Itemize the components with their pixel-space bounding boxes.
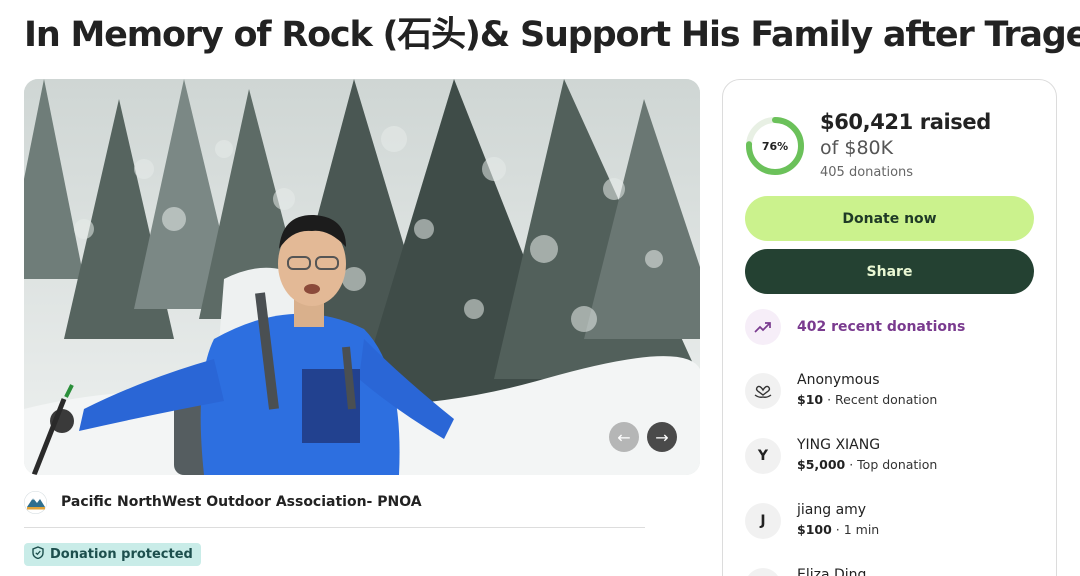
donor-avatar: J (745, 503, 781, 539)
donation-card: 76% $60,421 raised of $80K 405 donations… (722, 79, 1057, 576)
gallery-prev-button[interactable]: ← (609, 422, 639, 452)
donation-amount: $10 (797, 392, 824, 407)
donate-now-button[interactable]: Donate now (745, 196, 1034, 241)
page-title: In Memory of Rock (石头)& Support His Fami… (24, 15, 1080, 55)
donor-name: Eliza Ding (797, 567, 867, 576)
donation-item: Anonymous $10 · Recent donation (745, 370, 937, 410)
amount-raised: $60,421 raised (820, 110, 991, 134)
badge-label: Donation protected (50, 547, 193, 562)
donation-detail: · Top donation (845, 457, 938, 472)
donation-detail: · 1 min (831, 522, 880, 537)
donation-item: Y YING XIANG $5,000 · Top donation (745, 435, 937, 475)
campaign-image[interactable] (24, 79, 700, 475)
donor-name: jiang amy (797, 502, 867, 518)
donor-name: Anonymous (797, 372, 880, 388)
donation-amount: $5,000 (797, 457, 846, 472)
heart-hand-icon (745, 373, 781, 409)
donor-avatar (745, 568, 781, 576)
gallery-next-button[interactable]: → (647, 422, 677, 452)
pnoa-logo-icon (24, 490, 47, 514)
share-button[interactable]: Share (745, 249, 1034, 294)
divider (24, 527, 645, 528)
donor-name: YING XIANG (797, 437, 881, 453)
shield-icon (32, 546, 44, 563)
arrow-left-icon: ← (617, 427, 631, 447)
donation-amount: $100 (797, 522, 832, 537)
donation-detail: · Recent donation (823, 392, 938, 407)
donor-avatar: Y (745, 438, 781, 474)
progress-percent: 76% (761, 139, 789, 153)
hiker-photo (24, 79, 700, 475)
donation-item: Eliza Ding (745, 565, 866, 576)
donations-count: 405 donations (820, 165, 914, 180)
trending-up-icon (745, 309, 781, 345)
donation-meta: $10 · Recent donation (797, 390, 937, 410)
organizer-name[interactable]: Pacific NorthWest Outdoor Association- P… (61, 494, 422, 510)
organizer[interactable]: Pacific NorthWest Outdoor Association- P… (24, 488, 422, 516)
recent-donations-label[interactable]: 402 recent donations (797, 319, 965, 335)
arrow-right-icon: → (655, 427, 669, 447)
goal-amount: of $80K (820, 137, 894, 159)
donation-meta: $100 · 1 min (797, 520, 879, 540)
donation-item: J jiang amy $100 · 1 min (745, 500, 879, 540)
recent-donations-link[interactable]: 402 recent donations (745, 309, 965, 345)
donation-meta: $5,000 · Top donation (797, 455, 937, 475)
donation-protected-badge[interactable]: Donation protected (24, 543, 201, 566)
